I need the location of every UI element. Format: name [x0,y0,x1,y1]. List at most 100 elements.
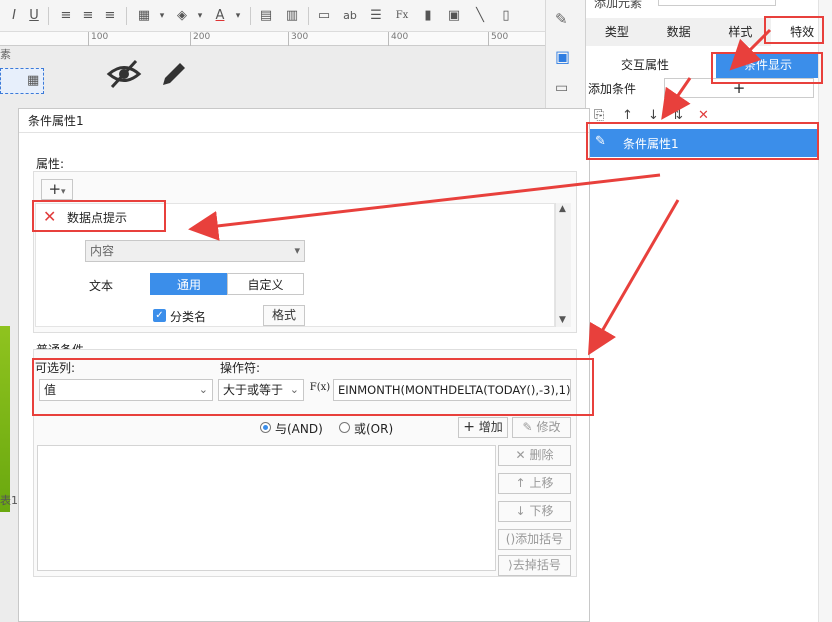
column-select[interactable]: 值 ⌄ [39,379,213,401]
content-select[interactable]: 内容 ▾ [85,240,305,262]
edit-icon[interactable]: ✎ [555,10,568,28]
delete-button[interactable]: ✕ 删除 [498,445,571,466]
font-color-icon[interactable]: A [210,6,230,26]
chart-icon[interactable]: ▮ [418,6,438,26]
chevron-down-icon: ⌄ [289,383,299,396]
toolbar-divider [250,7,251,25]
add-element-field[interactable] [658,0,776,6]
attribute-item-label[interactable]: 数据点提示 [67,209,127,226]
add-element-label: 添加元素 [594,0,643,10]
add-bracket-button[interactable]: ()添加括号 [498,529,571,550]
formula-icon[interactable]: F(x) [309,377,331,399]
sort-icon[interactable]: ⇅ [672,108,683,123]
or-radio[interactable] [339,422,350,433]
attributes-section-label: 属性: [36,157,65,171]
or-radio-label: 或(OR) [354,422,394,436]
split-cell-icon[interactable]: ▥ [282,6,302,26]
formula-input[interactable]: EINMONTH(MONTHDELTA(TODAY(),-3),1) [333,379,571,401]
panel-scrollbar[interactable] [818,0,832,622]
copy-icon[interactable]: ⎘ [594,108,604,123]
chevron-down-icon[interactable]: ▾ [228,6,248,26]
panel-icon[interactable]: ▭ [555,80,568,96]
pencil-icon[interactable] [158,58,190,93]
canvas-fragment: 素 [0,48,11,61]
bracket-icon: () [505,532,516,546]
condition-list[interactable] [37,445,496,571]
align-left-icon[interactable]: ≡ [56,6,76,26]
condition-item-label: 条件属性1 [623,137,679,151]
chevron-up-icon[interactable]: ▲ [559,204,566,214]
pencil-icon: ✎ [595,134,606,149]
delete-icon: ✕ [515,448,526,462]
dialog-title: 条件属性1 [19,109,589,133]
operator-select-value: 大于或等于 [223,383,284,397]
add-attribute-button[interactable]: +▾ [41,179,73,200]
tab-style[interactable]: 样式 [710,18,772,46]
condition-list-item[interactable]: ✎ 条件属性1 [589,129,819,157]
ruler-tick: 300 [291,32,309,42]
category-checkbox[interactable]: ✓ [153,309,166,322]
formula-icon[interactable]: Fx [392,6,412,26]
remove-bracket-button[interactable]: ⟩去掉括号 [498,555,571,576]
condition-toolbar: ⎘ ↑ ↓ ⇅ ✕ [586,108,832,126]
merge-cell-icon[interactable]: ▤ [256,6,276,26]
text-mode-custom[interactable]: 自定义 [227,273,304,295]
move-up-button[interactable]: ↑ 上移 [498,473,571,494]
category-checkbox-label: 分类名 [170,310,207,324]
subtab-conditional-display[interactable]: 条件显示 [716,52,820,78]
arrow-up-icon: ↑ [515,476,526,490]
chevron-down-icon[interactable]: ▼ [559,315,566,325]
align-center-icon[interactable]: ≡ [78,6,98,26]
attribute-scrollbar[interactable]: ▲ ▼ [555,203,571,327]
cell-grid-icon: ▦ [27,73,40,88]
remove-attribute-icon[interactable]: ✕ [43,207,56,226]
subtab-interaction[interactable]: 交互属性 [590,52,700,78]
selected-cell[interactable]: ▦ [0,68,44,94]
arrow-down-icon[interactable]: ↓ [648,108,659,123]
add-condition-row-button[interactable]: + 增加 [458,417,508,438]
tab-type[interactable]: 类型 [586,18,648,46]
and-radio[interactable] [260,422,271,433]
text-icon[interactable]: ab [340,6,360,26]
delete-icon[interactable]: ✕ [698,108,709,123]
underline-icon[interactable]: U [24,6,44,26]
insert-cell-icon[interactable]: ▭ [314,6,334,26]
row-label-fragment: 表1 [0,494,18,507]
modify-button[interactable]: ✎ 修改 [512,417,571,438]
ruler-tick: 100 [91,32,109,42]
effects-subtabs: 交互属性 条件显示 [586,52,832,78]
toolbar: I U ≡ ≡ ≡ ▦ ▾ ◈ ▾ A ▾ ▤ ▥ ▭ ab ☰ Fx ▮ ▣ … [0,0,545,32]
fill-color-icon[interactable]: ◈ [172,6,192,26]
horizontal-ruler: 100 200 300 400 500 [0,32,545,46]
ruler-tick: 400 [391,32,409,42]
operator-select[interactable]: 大于或等于 ⌄ [218,379,304,401]
ruler-tick: 200 [193,32,211,42]
toolbar-divider [126,7,127,25]
align-right-icon[interactable]: ≡ [100,6,120,26]
toolbar-divider [308,7,309,25]
chevron-down-icon[interactable]: ▾ [152,6,172,26]
chevron-down-icon[interactable]: ▾ [190,6,210,26]
optional-column-label: 可选列: [35,361,76,375]
arrow-up-icon[interactable]: ↑ [622,108,633,123]
subreport-icon[interactable]: ▯ [496,6,516,26]
italic-icon[interactable]: I [4,6,24,26]
format-button[interactable]: 格式 [263,305,305,326]
add-condition-button[interactable]: + [664,78,814,98]
image-icon[interactable]: ▣ [444,6,464,26]
plus-icon: + [48,180,62,198]
widget-icon[interactable]: ▣ [555,47,570,66]
eye-off-icon[interactable] [106,58,142,93]
chevron-down-icon: ▾ [61,187,66,197]
rich-text-icon[interactable]: ☰ [366,6,386,26]
arrow-down-icon: ↓ [515,504,526,518]
move-down-button[interactable]: ↓ 下移 [498,501,571,522]
ruler-tick: 500 [491,32,509,42]
border-icon[interactable]: ▦ [134,6,154,26]
column-select-value: 值 [44,383,57,397]
chevron-down-icon: ▾ [294,244,300,257]
slash-icon[interactable]: ╲ [470,6,490,26]
text-mode-general[interactable]: 通用 [150,273,228,295]
tab-data[interactable]: 数据 [648,18,710,46]
chart-bar-fragment [0,326,10,512]
